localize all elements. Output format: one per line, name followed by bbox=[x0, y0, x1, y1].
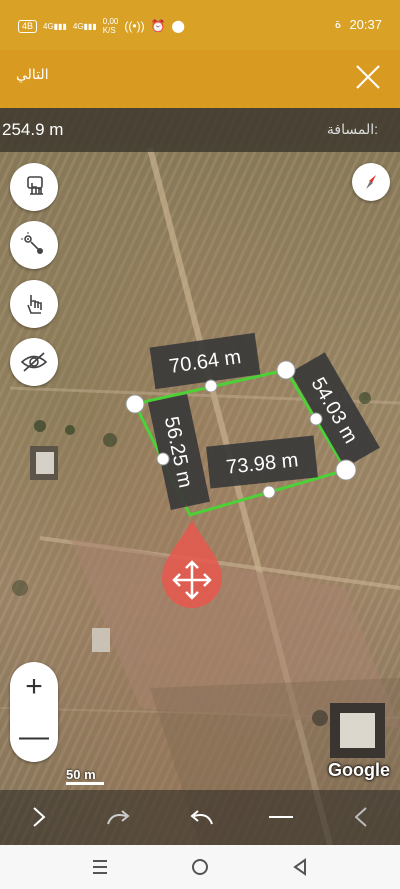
undo-icon bbox=[190, 810, 213, 825]
eye-hidden-icon bbox=[20, 352, 48, 372]
home-button[interactable] bbox=[188, 855, 212, 879]
vertex-handle[interactable] bbox=[276, 360, 296, 380]
chevron-right-icon bbox=[33, 807, 46, 827]
measurement-overlay: 70.64 m 54.03 m 56.25 m 73.98 m bbox=[125, 332, 380, 608]
move-marker[interactable] bbox=[162, 520, 222, 608]
zoom-out-button[interactable]: — bbox=[10, 712, 58, 762]
redo-button[interactable] bbox=[104, 802, 134, 832]
vertex-handle[interactable] bbox=[125, 394, 145, 414]
visibility-toggle-button[interactable] bbox=[10, 338, 58, 386]
edit-toolbar bbox=[0, 790, 400, 845]
map-scale: 50 m bbox=[66, 767, 96, 782]
midpoint-handle[interactable] bbox=[309, 412, 323, 426]
tap-tool-button[interactable] bbox=[10, 163, 58, 211]
zoom-in-button[interactable]: + bbox=[10, 662, 58, 712]
midpoint-handle[interactable] bbox=[156, 452, 170, 466]
recents-button[interactable] bbox=[88, 855, 112, 879]
scale-bar bbox=[66, 782, 104, 785]
midpoint-handle[interactable] bbox=[262, 485, 276, 499]
redo-icon bbox=[107, 810, 130, 825]
back-button[interactable] bbox=[346, 802, 376, 832]
label-bottom: 73.98 m bbox=[206, 435, 318, 489]
zoom-controls: + — bbox=[10, 662, 58, 762]
forward-button[interactable] bbox=[24, 802, 54, 832]
system-nav-bar bbox=[0, 845, 400, 889]
delete-point-button[interactable] bbox=[266, 802, 296, 832]
vertex-handle[interactable] bbox=[335, 459, 357, 481]
home-circle-icon bbox=[192, 859, 208, 875]
back-triangle-icon bbox=[293, 858, 306, 876]
compass-icon bbox=[366, 175, 376, 189]
compass-button[interactable] bbox=[352, 163, 390, 201]
midpoint-handle[interactable] bbox=[204, 379, 218, 393]
measure-points-icon bbox=[21, 232, 43, 254]
minus-icon bbox=[269, 816, 293, 818]
menu-icon bbox=[93, 860, 107, 874]
points-tool-button[interactable] bbox=[10, 221, 58, 269]
google-attribution: Google bbox=[328, 760, 390, 780]
hand-drag-icon bbox=[27, 295, 42, 314]
chevron-left-icon bbox=[354, 807, 367, 827]
hand-tap-icon bbox=[27, 176, 43, 195]
drag-tool-button[interactable] bbox=[10, 280, 58, 328]
system-back-button[interactable] bbox=[288, 855, 312, 879]
undo-button[interactable] bbox=[186, 802, 216, 832]
